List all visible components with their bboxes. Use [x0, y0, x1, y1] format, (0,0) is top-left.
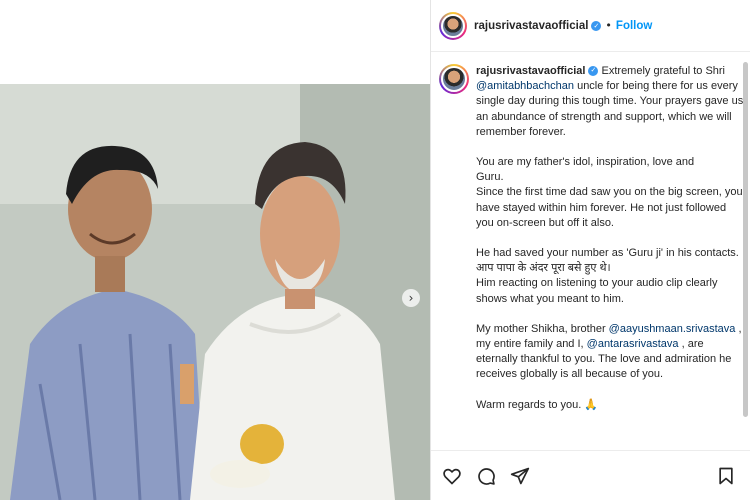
caption-text-segment: My mother Shikha, brother [476, 322, 609, 335]
caption-line: Him reacting on listening to your audio … [476, 277, 718, 305]
caption-paragraph-1: rajusrivastavaofficial ✓ Extremely gratef… [476, 64, 744, 140]
mention-link[interactable]: @aayushmaan.srivastava [609, 323, 736, 335]
caption-paragraph-5: Warm regards to you. 🙏 [476, 398, 599, 411]
comment-button[interactable] [475, 465, 497, 487]
header-separator: • [605, 19, 612, 32]
caption-text-segment: Extremely grateful to Shri [598, 65, 726, 77]
caption-avatar[interactable] [439, 64, 469, 94]
caption-line: Guru. [476, 171, 504, 184]
post-header: rajusrivastavaofficial ✓ • Follow [431, 0, 750, 52]
post-photo[interactable]: › [0, 84, 430, 500]
like-button[interactable] [441, 465, 463, 487]
verified-badge-icon: ✓ [588, 66, 599, 77]
scrollbar[interactable] [742, 54, 748, 449]
comment-icon [478, 467, 495, 485]
caption-line: You are my father's idol, inspiration, l… [476, 156, 695, 169]
media-letterbox-top [0, 0, 430, 84]
mention-link[interactable]: @amitabhbachchan [476, 80, 574, 92]
bookmark-icon [719, 467, 733, 484]
follow-button[interactable]: Follow [616, 20, 652, 32]
header-username[interactable]: rajusrivastavaofficial [474, 20, 588, 32]
chevron-right-icon: › [408, 291, 414, 305]
caption-line: Since the first time dad saw you on the … [476, 186, 743, 229]
heart-icon [443, 468, 461, 485]
caption: rajusrivastavaofficial ✓ Extremely gratef… [439, 64, 747, 449]
post-side-panel: rajusrivastavaofficial ✓ • Follow rajusr… [430, 0, 750, 500]
mention-link[interactable]: @antarasrivastava [587, 338, 679, 350]
caption-username[interactable]: rajusrivastavaofficial [476, 65, 585, 77]
photo-illustration [0, 84, 430, 500]
scrollbar-thumb[interactable] [743, 62, 748, 417]
caption-line: He had saved your number as 'Guru ji' in… [476, 247, 739, 275]
save-button[interactable] [715, 465, 737, 487]
caption-paragraph-4: My mother Shikha, brother @aayushmaan.sr… [476, 322, 744, 383]
post-media: › [0, 0, 430, 500]
caption-paragraph-2: You are my father's idol, inspiration, l… [476, 155, 744, 231]
share-icon [510, 467, 530, 484]
caption-paragraph-3: He had saved your number as 'Guru ji' in… [476, 246, 744, 307]
share-button[interactable] [509, 465, 531, 487]
carousel-next-button[interactable]: › [402, 289, 420, 307]
post-actions [431, 450, 750, 500]
avatar[interactable] [439, 11, 467, 40]
caption-text: rajusrivastavaofficial ✓ Extremely gratef… [476, 64, 744, 413]
verified-badge-icon: ✓ [591, 20, 602, 31]
